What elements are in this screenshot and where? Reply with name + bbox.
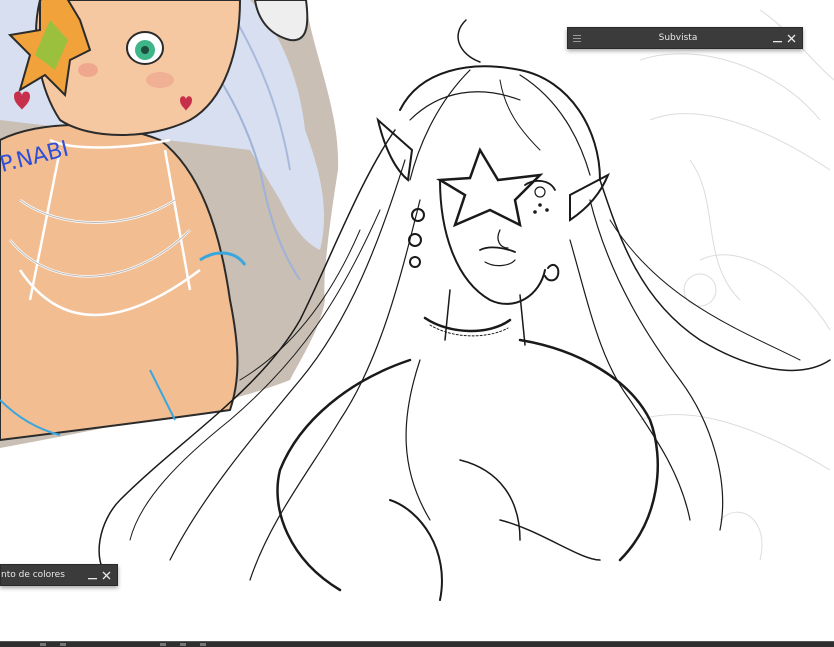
toolbar-button[interactable] xyxy=(180,643,186,646)
toolbar-button[interactable] xyxy=(160,643,166,646)
canvas-artwork: P.NABI xyxy=(0,0,834,601)
reference-illustration: P.NABI xyxy=(0,0,339,448)
minimize-icon[interactable] xyxy=(85,565,99,585)
drawing-canvas[interactable]: P.NABI Subvista nto de colores xyxy=(0,0,834,641)
background-sketch xyxy=(639,9,834,561)
bottom-toolbar[interactable] xyxy=(0,641,834,647)
minimize-icon[interactable] xyxy=(770,28,784,48)
toolbar-button[interactable] xyxy=(60,643,66,646)
toolbar-button[interactable] xyxy=(200,643,206,646)
hamburger-menu-icon[interactable] xyxy=(568,28,586,48)
close-icon[interactable] xyxy=(784,28,798,48)
subview-panel-titlebar[interactable]: Subvista xyxy=(567,27,803,49)
toolbar-button[interactable] xyxy=(40,643,46,646)
color-set-panel-titlebar[interactable]: nto de colores xyxy=(0,564,118,586)
color-set-panel-title: nto de colores xyxy=(1,570,65,580)
subview-panel-title: Subvista xyxy=(658,33,698,43)
close-icon[interactable] xyxy=(99,565,113,585)
